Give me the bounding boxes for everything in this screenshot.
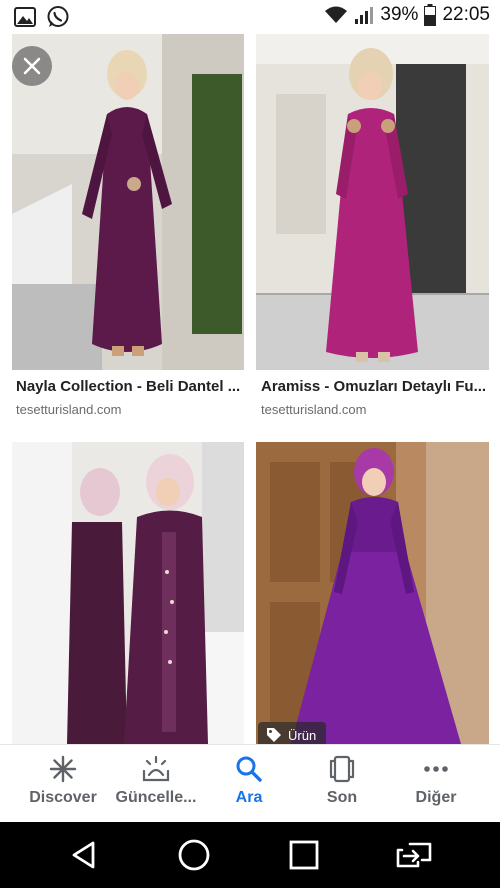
battery-percent: 39% bbox=[380, 4, 419, 25]
result-title[interactable]: Nayla Collection - Beli Dantel ... bbox=[16, 378, 244, 395]
bottom-navigation: Discover Güncelle... Ara Son Diğer bbox=[0, 744, 500, 822]
updates-icon bbox=[142, 755, 170, 782]
nav-discover[interactable]: Discover bbox=[13, 755, 113, 807]
result-source: tesetturisland.com bbox=[16, 402, 122, 417]
result-image[interactable] bbox=[256, 442, 489, 744]
tag-icon bbox=[267, 728, 281, 742]
nav-label: Son bbox=[326, 789, 358, 806]
home-icon bbox=[178, 839, 210, 871]
result-image[interactable] bbox=[256, 34, 489, 370]
asterisk-icon bbox=[49, 755, 77, 783]
clock: 22:05 bbox=[442, 4, 490, 25]
more-icon bbox=[424, 766, 448, 772]
status-bar: 39% 22:05 bbox=[0, 0, 500, 34]
recent-icon bbox=[329, 755, 355, 783]
recents-button[interactable] bbox=[284, 835, 324, 875]
search-icon bbox=[236, 756, 262, 782]
product-badge-label: Ürün bbox=[288, 727, 317, 743]
whatsapp-icon bbox=[46, 5, 70, 29]
switch-app-button[interactable] bbox=[394, 835, 434, 875]
system-navigation-bar bbox=[0, 822, 500, 888]
wifi-icon bbox=[324, 5, 348, 25]
result-image[interactable] bbox=[12, 34, 244, 370]
signal-icon bbox=[354, 5, 374, 25]
close-icon bbox=[23, 57, 41, 75]
switch-app-icon bbox=[396, 842, 432, 868]
nav-more[interactable]: Diğer bbox=[386, 755, 486, 807]
nav-label: Discover bbox=[29, 789, 97, 806]
nav-label: Güncelle... bbox=[115, 789, 197, 806]
result-title[interactable]: Aramiss - Omuzları Detaylı Fu... bbox=[261, 378, 489, 395]
result-image[interactable] bbox=[12, 442, 244, 744]
nav-label: Diğer bbox=[415, 789, 457, 806]
overview-icon bbox=[289, 840, 319, 870]
gallery-icon bbox=[14, 7, 36, 27]
nav-updates[interactable]: Güncelle... bbox=[106, 755, 206, 807]
home-button[interactable] bbox=[174, 835, 214, 875]
close-button[interactable] bbox=[12, 46, 52, 86]
nav-search[interactable]: Ara bbox=[199, 755, 299, 807]
back-icon bbox=[72, 841, 95, 869]
result-source: tesetturisland.com bbox=[261, 402, 367, 417]
battery-icon bbox=[424, 4, 437, 26]
nav-label: Ara bbox=[235, 789, 263, 806]
nav-recent[interactable]: Son bbox=[292, 755, 392, 807]
back-button[interactable] bbox=[64, 835, 104, 875]
